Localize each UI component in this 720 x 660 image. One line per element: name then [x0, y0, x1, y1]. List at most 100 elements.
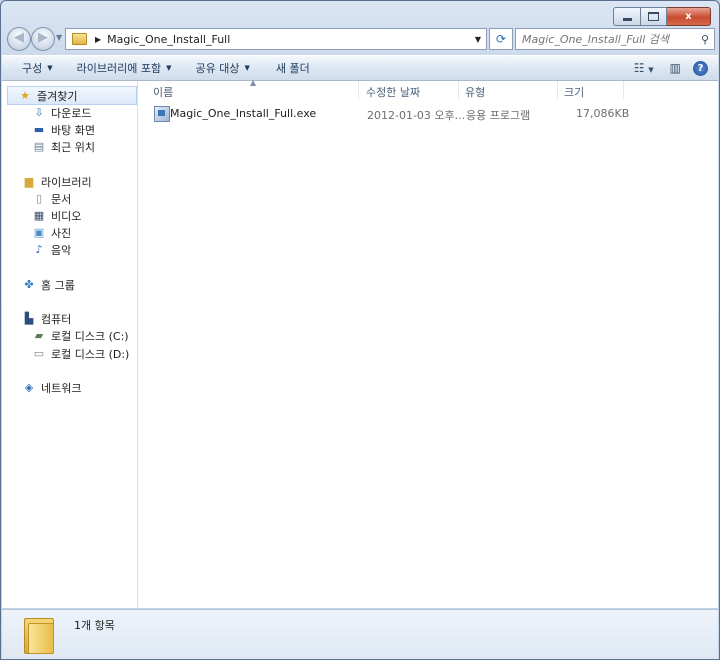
downloads-icon: ⇩ — [34, 106, 44, 119]
nav-item-network[interactable]: ◈ 네트워크 — [22, 379, 82, 396]
command-bar-right: ☷ ▼ ▥ ? — [626, 60, 718, 76]
drive-icon: ▭ — [33, 347, 45, 360]
minimize-button[interactable] — [613, 7, 641, 26]
back-button[interactable]: ◀ — [7, 27, 31, 51]
forward-button[interactable]: ▶ — [31, 27, 55, 51]
include-library-label: 라이브러리에 포함 — [76, 62, 162, 75]
address-bar[interactable]: ▶ Magic_One_Install_Full ▼ — [65, 28, 487, 50]
back-arrow-icon: ◀ — [14, 30, 24, 45]
refresh-icon: ⟳ — [495, 32, 507, 46]
nav-item-desktop[interactable]: ▬ 바탕 화면 — [32, 121, 95, 138]
view-options-icon[interactable]: ☷ ▼ — [634, 61, 654, 75]
nav-item-documents[interactable]: ▯ 문서 — [32, 190, 71, 207]
explorer-window: x ◀ ▶ ▼ ▶ Magic_One_Install_Full ▼ ⟳ ⚲ 구… — [0, 0, 720, 660]
nav-item-favorites[interactable]: ★ 즐겨찾기 — [7, 86, 137, 105]
close-icon: x — [685, 11, 692, 22]
organize-menu[interactable]: 구성 ▼ — [2, 60, 65, 76]
network-icon: ◈ — [24, 381, 34, 394]
column-modified[interactable]: 수정한 날짜 — [366, 84, 420, 100]
nav-label: 라이브러리 — [41, 175, 92, 189]
file-type: 응용 프로그램 — [466, 109, 531, 122]
file-list: ▲ 이름 수정한 날짜 유형 크기 Magic_One_Install_Full… — [138, 78, 718, 608]
nav-label: 사진 — [51, 226, 72, 240]
column-header: ▲ 이름 수정한 날짜 유형 크기 — [138, 78, 718, 100]
nav-label: 바탕 화면 — [51, 123, 95, 137]
command-bar: 구성 ▼ 라이브러리에 포함 ▼ 공유 대상 ▼ 새 폴더 ☷ ▼ ▥ ? — [2, 55, 718, 81]
share-with-label: 공유 대상 — [195, 62, 240, 75]
nav-label: 로컬 디스크 (C:) — [51, 329, 129, 343]
search-box[interactable]: ⚲ — [515, 28, 715, 50]
nav-item-computer[interactable]: ▙ 컴퓨터 — [22, 310, 72, 327]
refresh-button[interactable]: ⟳ — [489, 28, 513, 50]
include-library-menu[interactable]: 라이브러리에 포함 ▼ — [65, 60, 184, 76]
chevron-down-icon: ▼ — [244, 64, 250, 72]
folder-icon — [72, 33, 87, 45]
chevron-down-icon: ▼ — [166, 64, 172, 72]
chevron-down-icon: ▼ — [47, 64, 53, 72]
file-name: Magic_One_Install_Full.exe — [170, 107, 317, 120]
library-icon: ▆ — [24, 175, 34, 188]
sort-ascending-icon: ▲ — [250, 78, 257, 87]
nav-label: 홈 그룹 — [41, 278, 75, 292]
nav-item-downloads[interactable]: ⇩ 다운로드 — [32, 104, 91, 121]
column-name[interactable]: 이름 — [153, 84, 173, 100]
column-size[interactable]: 크기 — [564, 84, 584, 100]
recent-pages-dropdown[interactable]: ▼ — [56, 33, 62, 42]
address-row: ◀ ▶ ▼ ▶ Magic_One_Install_Full ▼ ⟳ ⚲ — [7, 27, 715, 51]
organize-label: 구성 — [22, 62, 43, 75]
column-type[interactable]: 유형 — [465, 84, 485, 100]
search-icon[interactable]: ⚲ — [696, 33, 714, 46]
nav-label: 컴퓨터 — [41, 312, 72, 326]
nav-label: 즐겨찾기 — [37, 89, 78, 103]
nav-item-disk-c[interactable]: ▰ 로컬 디스크 (C:) — [32, 327, 129, 344]
nav-label: 다운로드 — [51, 106, 92, 120]
nav-item-recent[interactable]: ▤ 최근 위치 — [32, 138, 95, 155]
maximize-icon — [648, 12, 659, 21]
file-size: 17,086KB — [576, 107, 630, 120]
nav-item-disk-d[interactable]: ▭ 로컬 디스크 (D:) — [32, 345, 130, 362]
help-icon[interactable]: ? — [693, 60, 708, 76]
column-divider[interactable] — [623, 81, 624, 99]
nav-item-videos[interactable]: ▦ 비디오 — [32, 207, 82, 224]
navigation-pane: ★ 즐겨찾기 ⇩ 다운로드 ▬ 바탕 화면 ▤ 최근 위치 ▆ 라이브러리 ▯ … — [2, 81, 138, 608]
video-icon: ▦ — [33, 209, 45, 222]
column-divider[interactable] — [358, 81, 359, 99]
column-divider[interactable] — [458, 81, 459, 99]
nav-label: 비디오 — [51, 209, 82, 223]
search-input[interactable] — [516, 31, 696, 47]
computer-icon: ▙ — [24, 312, 34, 325]
nav-label: 최근 위치 — [51, 140, 95, 154]
preview-pane-icon[interactable]: ▥ — [670, 61, 681, 75]
item-count: 1개 항목 — [74, 619, 115, 632]
breadcrumb-separator-icon[interactable]: ▶ — [95, 35, 101, 44]
details-pane: 1개 항목 — [2, 609, 718, 659]
file-modified: 2012-01-03 오후... — [367, 109, 466, 122]
address-dropdown-icon[interactable]: ▼ — [470, 35, 486, 44]
nav-item-music[interactable]: ♪ 음악 — [32, 241, 71, 258]
new-folder-button[interactable]: 새 폴더 — [262, 60, 322, 76]
minimize-icon — [622, 17, 632, 21]
recent-places-icon: ▤ — [33, 140, 45, 153]
picture-icon: ▣ — [33, 226, 45, 239]
nav-item-libraries[interactable]: ▆ 라이브러리 — [22, 173, 92, 190]
nav-label: 네트워크 — [41, 381, 82, 395]
breadcrumb-item[interactable]: Magic_One_Install_Full — [107, 33, 230, 46]
forward-arrow-icon: ▶ — [38, 30, 48, 45]
nav-item-pictures[interactable]: ▣ 사진 — [32, 224, 71, 241]
homegroup-icon: ✤ — [24, 278, 34, 291]
nav-label: 로컬 디스크 (D:) — [51, 347, 130, 361]
share-with-menu[interactable]: 공유 대상 ▼ — [184, 60, 262, 76]
new-folder-label: 새 폴더 — [275, 62, 310, 75]
nav-item-homegroup[interactable]: ✤ 홈 그룹 — [22, 276, 75, 293]
close-button[interactable]: x — [667, 7, 711, 26]
star-icon: ★ — [20, 89, 30, 102]
drive-icon: ▰ — [34, 329, 44, 342]
maximize-button[interactable] — [641, 7, 667, 26]
column-divider[interactable] — [557, 81, 558, 99]
desktop-icon: ▬ — [33, 123, 45, 136]
music-icon: ♪ — [35, 243, 43, 256]
file-row[interactable]: Magic_One_Install_Full.exe 2012-01-03 오후… — [148, 105, 630, 123]
application-icon — [154, 106, 170, 122]
nav-label: 음악 — [51, 243, 72, 257]
nav-label: 문서 — [51, 192, 72, 206]
